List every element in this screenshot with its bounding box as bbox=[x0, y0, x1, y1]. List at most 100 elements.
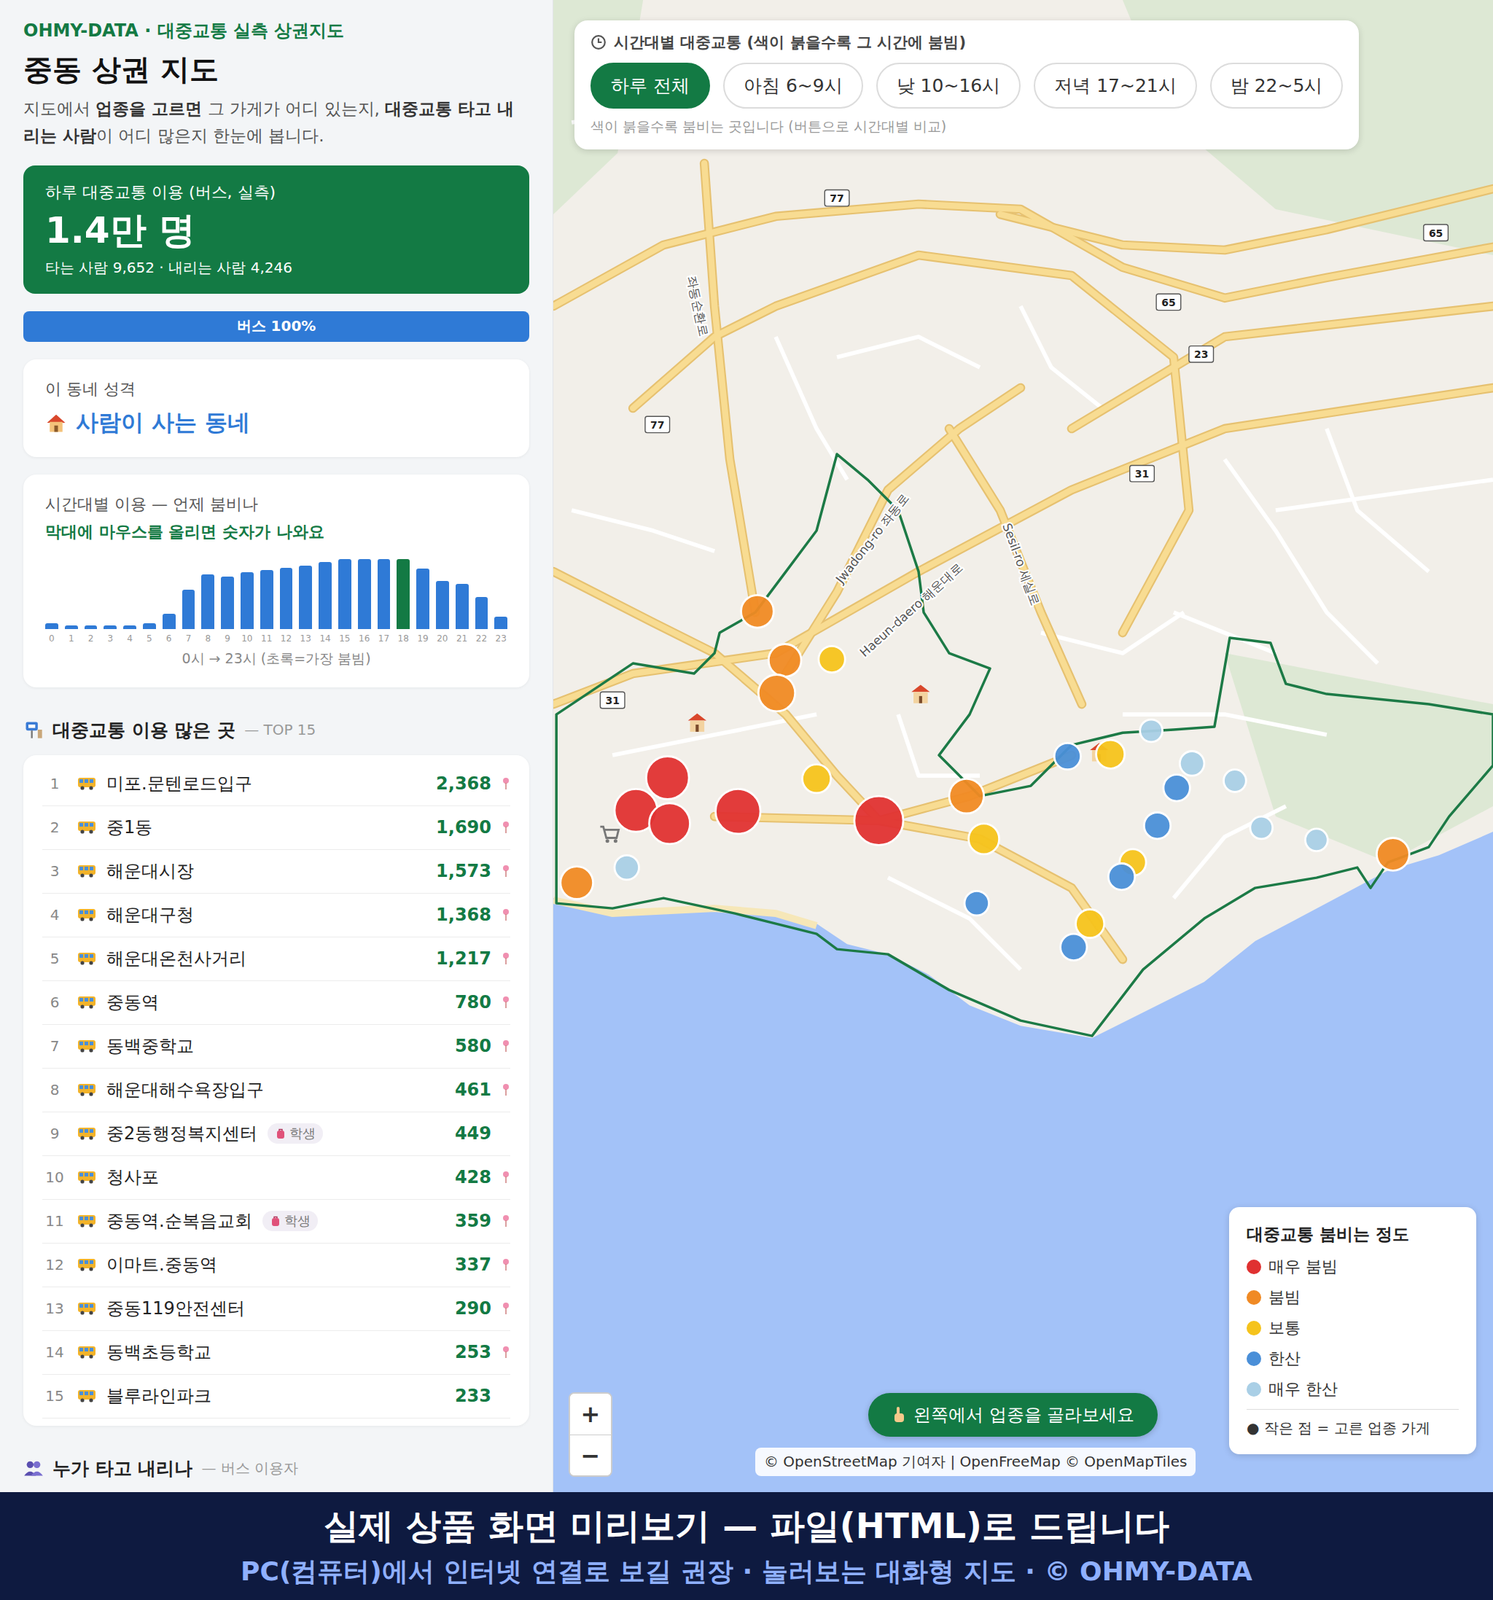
hour-column bbox=[201, 559, 215, 630]
stop-marker[interactable] bbox=[801, 764, 831, 794]
hour-bar[interactable] bbox=[494, 616, 508, 630]
stop-marker[interactable] bbox=[649, 803, 691, 845]
stop-row[interactable]: 10청사포428 bbox=[42, 1156, 511, 1200]
hour-bar[interactable] bbox=[475, 597, 489, 629]
map-pin-icon[interactable] bbox=[501, 995, 511, 1009]
stop-marker[interactable] bbox=[1179, 751, 1205, 777]
stop-marker[interactable] bbox=[1096, 739, 1125, 769]
hour-tick: 12 bbox=[279, 633, 294, 644]
stop-marker[interactable] bbox=[1223, 769, 1247, 793]
hour-bar[interactable] bbox=[64, 625, 79, 629]
stop-marker[interactable] bbox=[1304, 828, 1328, 852]
stop-row[interactable]: 12이마트.중동역337 bbox=[42, 1243, 511, 1288]
stop-row[interactable]: 11중동역.순복음교회학생359 bbox=[42, 1199, 511, 1244]
hour-bar[interactable] bbox=[260, 570, 274, 630]
stop-marker[interactable] bbox=[645, 756, 689, 800]
stop-marker[interactable] bbox=[1076, 909, 1105, 939]
hour-bar[interactable] bbox=[318, 562, 332, 629]
hour-tick: 7 bbox=[182, 633, 196, 644]
stop-row[interactable]: 2중1동1,690 bbox=[42, 806, 511, 851]
stop-row[interactable]: 3해운대시장1,573 bbox=[42, 850, 511, 894]
stop-marker[interactable] bbox=[715, 788, 762, 834]
stop-row[interactable]: 15블루라인파크233 bbox=[42, 1374, 511, 1419]
map-pin-icon[interactable] bbox=[501, 1170, 511, 1184]
hour-bar[interactable] bbox=[182, 589, 196, 630]
hour-bar[interactable] bbox=[123, 625, 137, 629]
map[interactable]: 좌동순환로Jwadong-ro 좌동로Haeun-daero 해운대로Sesil… bbox=[553, 0, 1493, 1493]
time-filter-button[interactable]: 하루 전체 bbox=[590, 62, 711, 109]
svg-text:65: 65 bbox=[1428, 227, 1443, 240]
map-pin-icon[interactable] bbox=[501, 1258, 511, 1272]
stop-marker[interactable] bbox=[1060, 933, 1087, 961]
stop-row[interactable]: 4해운대구청1,368 bbox=[42, 893, 511, 938]
stop-row[interactable]: 6중동역780 bbox=[42, 981, 511, 1025]
stop-marker[interactable] bbox=[1054, 742, 1081, 770]
stop-marker[interactable] bbox=[1376, 838, 1410, 872]
hour-bar[interactable] bbox=[298, 565, 313, 630]
map-pin-icon[interactable] bbox=[501, 864, 511, 878]
stop-row[interactable]: 14동백초등학교253 bbox=[42, 1331, 511, 1375]
time-filter-button[interactable]: 낮 10~16시 bbox=[876, 62, 1022, 109]
zoom-button[interactable]: − bbox=[570, 1434, 611, 1476]
zoom-button[interactable]: + bbox=[570, 1393, 611, 1435]
stop-row[interactable]: 1미포.문텐로드입구2,368 bbox=[42, 762, 511, 807]
stop-marker[interactable] bbox=[818, 645, 845, 673]
stop-rank: 3 bbox=[42, 862, 68, 880]
hour-bar[interactable] bbox=[103, 625, 117, 629]
hour-bar[interactable] bbox=[240, 572, 254, 630]
stop-marker[interactable] bbox=[968, 823, 1000, 855]
stop-marker[interactable] bbox=[614, 855, 640, 880]
stop-row[interactable]: 13중동119안전센터290 bbox=[42, 1287, 511, 1332]
stop-row[interactable]: 9중2동행정복지센터학생449 bbox=[42, 1112, 511, 1157]
legend: 대중교통 붐비는 정도매우 붐빔붐빔보통한산매우 한산● 작은 점 = 고른 업… bbox=[1229, 1207, 1477, 1455]
stop-row[interactable]: 7동백중학교580 bbox=[42, 1024, 511, 1069]
stop-marker[interactable] bbox=[1108, 863, 1135, 891]
hour-tick: 18 bbox=[396, 633, 410, 644]
hour-bar[interactable] bbox=[338, 559, 352, 629]
stop-row[interactable]: 8해운대해수욕장입구461 bbox=[42, 1068, 511, 1113]
legend-item: 붐빔 bbox=[1246, 1286, 1459, 1309]
category-prompt-button[interactable]: 왼쪽에서 업종을 골라보세요 bbox=[868, 1393, 1158, 1437]
stop-marker[interactable] bbox=[1140, 719, 1163, 743]
time-filter-button[interactable]: 아침 6~9시 bbox=[723, 62, 864, 109]
time-filter-button[interactable]: 밤 22~5시 bbox=[1210, 62, 1344, 109]
stop-marker[interactable] bbox=[1143, 812, 1171, 840]
hour-bar[interactable] bbox=[220, 576, 235, 630]
stop-marker[interactable] bbox=[758, 674, 795, 711]
hour-bar[interactable] bbox=[435, 581, 450, 630]
stop-marker[interactable] bbox=[964, 890, 990, 916]
map-pin-icon[interactable] bbox=[501, 777, 511, 791]
hour-bar[interactable] bbox=[45, 623, 59, 629]
map-pin-icon[interactable] bbox=[501, 1083, 511, 1097]
stop-marker[interactable] bbox=[1163, 774, 1190, 802]
hour-bar[interactable] bbox=[396, 559, 410, 630]
time-filter-button[interactable]: 저녁 17~21시 bbox=[1033, 62, 1198, 109]
hour-bar[interactable] bbox=[162, 613, 176, 630]
hour-bar[interactable] bbox=[455, 583, 469, 629]
hour-bar[interactable] bbox=[201, 574, 215, 630]
stop-count: 1,690 bbox=[435, 817, 492, 838]
hour-bar[interactable] bbox=[279, 567, 294, 630]
map-pin-icon[interactable] bbox=[501, 820, 511, 834]
stop-marker[interactable] bbox=[560, 866, 594, 900]
hour-bar[interactable] bbox=[142, 623, 157, 629]
map-pin-icon[interactable] bbox=[501, 1302, 511, 1316]
hour-bar[interactable] bbox=[416, 568, 430, 629]
map-pin-icon[interactable] bbox=[501, 1345, 511, 1359]
hour-tick: 14 bbox=[318, 633, 332, 644]
stop-marker[interactable] bbox=[768, 643, 802, 677]
map-pin-icon[interactable] bbox=[501, 908, 511, 922]
map-pin-icon[interactable] bbox=[501, 1039, 511, 1053]
stop-marker[interactable] bbox=[741, 594, 775, 628]
hour-bar[interactable] bbox=[357, 559, 372, 629]
stop-marker[interactable] bbox=[949, 778, 985, 814]
road-shield: 23 bbox=[1189, 346, 1214, 363]
map-pin-icon[interactable] bbox=[501, 1214, 511, 1228]
map-pin-icon[interactable] bbox=[501, 952, 511, 966]
stop-marker[interactable] bbox=[1250, 816, 1273, 840]
hour-column bbox=[123, 559, 137, 630]
stop-row[interactable]: 5해운대온천사거리1,217 bbox=[42, 937, 511, 982]
stop-marker[interactable] bbox=[854, 796, 904, 845]
hour-bar[interactable] bbox=[84, 625, 98, 629]
hour-bar[interactable] bbox=[377, 559, 391, 630]
